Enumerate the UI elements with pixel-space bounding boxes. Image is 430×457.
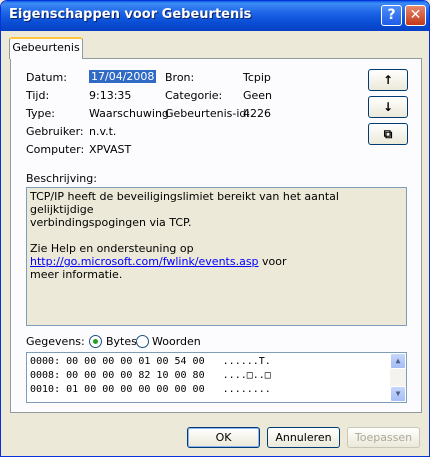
description-line-4: meer informatie. — [30, 268, 123, 281]
computer-label: Computer: — [26, 143, 85, 156]
bytes-radio[interactable] — [89, 335, 102, 348]
help-button[interactable]: ? — [381, 5, 402, 26]
type-label: Type: — [26, 107, 55, 120]
next-event-button[interactable]: ↓ — [368, 96, 408, 118]
vertical-scrollbar[interactable]: ▲ ▼ — [390, 353, 406, 402]
tijd-label: Tijd: — [26, 89, 50, 102]
data-hex-view[interactable]: 0000: 00 00 00 00 01 00 54 00 ......T. 0… — [26, 352, 407, 403]
help-link[interactable]: http://go.microsoft.com/fwlink/events.as… — [30, 255, 259, 268]
description-line-2: verbindingspogingen via TCP. — [30, 216, 192, 229]
datum-label: Datum: — [26, 71, 67, 84]
bytes-label[interactable]: Bytes — [106, 335, 137, 348]
cancel-button[interactable]: Annuleren — [267, 427, 340, 448]
gebruiker-value[interactable]: n.v.t. — [89, 125, 116, 138]
arrow-down-icon: ↓ — [382, 100, 394, 114]
arrow-up-icon: ↑ — [382, 73, 394, 87]
copy-button[interactable]: ⧉ — [368, 123, 408, 145]
description-line-3-post: voor — [258, 255, 287, 268]
description-line-1: TCP/IP heeft de beveiligingslimiet berei… — [30, 190, 339, 216]
title-bar[interactable]: Eigenschappen voor Gebeurtenis ? ✕ — [1, 1, 429, 31]
ok-button[interactable]: OK — [187, 427, 260, 448]
apply-button[interactable]: Toepassen — [347, 427, 420, 448]
hex-line: 0008: 00 00 00 00 82 10 00 80 ....□..□ — [30, 370, 271, 381]
copy-icon: ⧉ — [383, 127, 393, 141]
event-properties-window: Eigenschappen voor Gebeurtenis ? ✕ Gebeu… — [0, 0, 430, 457]
tijd-value[interactable]: 9:13:35 — [89, 89, 131, 102]
description-label: Beschrijving: — [26, 172, 97, 185]
gebeurtenis-id-value[interactable]: 4226 — [243, 107, 271, 120]
data-label: Gegevens: — [26, 335, 85, 348]
tab-gebeurtenis[interactable]: Gebeurtenis — [9, 37, 83, 59]
description-line-3: Zie Help en ondersteuning op http://go.m… — [30, 242, 403, 268]
hex-line: 0010: 01 00 00 00 00 00 00 00 ........ — [30, 384, 271, 395]
gebruiker-label: Gebruiker: — [26, 125, 84, 138]
hex-line: 0000: 00 00 00 00 01 00 54 00 ......T. — [30, 356, 271, 367]
computer-value[interactable]: XPVAST — [89, 143, 131, 156]
categorie-label: Categorie: — [165, 89, 223, 102]
description-textbox[interactable]: TCP/IP heeft de beveiligingslimiet berei… — [26, 187, 407, 326]
tab-panel: Datum: 17/04/2008 Tijd: 9:13:35 Type: Wa… — [10, 58, 422, 413]
bron-value[interactable]: Tcpip — [243, 71, 271, 84]
woorden-radio[interactable] — [136, 335, 149, 348]
scroll-down-button[interactable]: ▼ — [390, 386, 406, 402]
previous-event-button[interactable]: ↑ — [368, 69, 408, 91]
gebeurtenis-id-label: Gebeurtenis-id: — [165, 107, 251, 120]
datum-value[interactable]: 17/04/2008 — [89, 70, 157, 83]
woorden-label[interactable]: Woorden — [152, 335, 201, 348]
bron-label: Bron: — [165, 71, 195, 84]
categorie-value[interactable]: Geen — [243, 89, 272, 102]
type-value[interactable]: Waarschuwing — [89, 107, 169, 120]
window-title: Eigenschappen voor Gebeurtenis — [9, 7, 252, 22]
close-button[interactable]: ✕ — [405, 5, 426, 26]
description-line-3-pre: Zie Help en ondersteuning op — [30, 242, 194, 255]
scroll-up-button[interactable]: ▲ — [390, 353, 406, 369]
